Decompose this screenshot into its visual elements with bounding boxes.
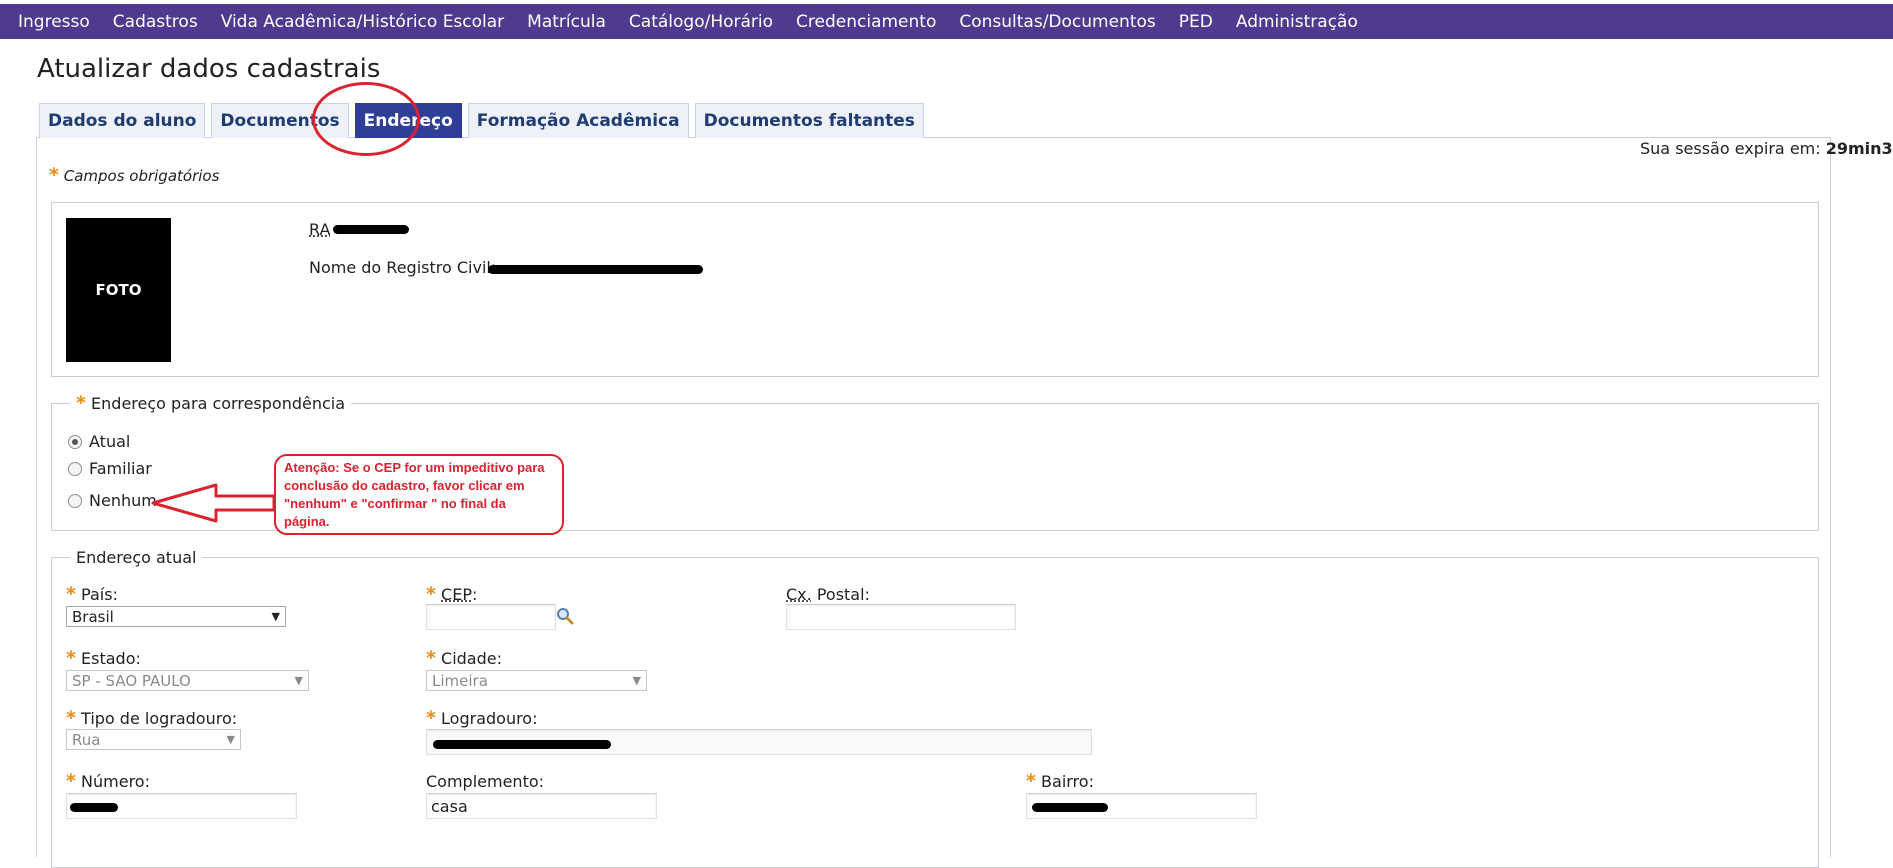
radio-button-nenhum[interactable] [68, 493, 82, 508]
redacted-ra [333, 225, 409, 234]
cidade-select[interactable]: Limeira ▼ [426, 670, 647, 691]
chevron-down-icon: ▼ [294, 674, 303, 687]
bairro-label: * Bairro: [1026, 770, 1094, 792]
required-marker: * [49, 164, 59, 186]
tab-bar: Dados do aluno Documentos Endereço Forma… [39, 103, 930, 138]
tipo-logradouro-label: * Tipo de logradouro: [66, 707, 238, 729]
pais-select[interactable]: Brasil ▼ [66, 606, 286, 627]
tab-dados-do-aluno[interactable]: Dados do aluno [39, 103, 206, 138]
radio-option-nenhum[interactable]: Nenhum [68, 491, 157, 510]
cep-label: * CEP: [426, 583, 478, 605]
nav-item-administracao[interactable]: Administração [1236, 12, 1358, 32]
estado-select[interactable]: SP - SAO PAULO ▼ [66, 670, 309, 691]
nav-item-ped[interactable]: PED [1179, 12, 1213, 32]
magnifier-icon[interactable] [556, 607, 574, 625]
civil-name-label: Nome do Registro Civil: [309, 258, 497, 277]
tipo-logradouro-select[interactable]: Rua ▼ [66, 729, 241, 750]
chevron-down-icon: ▼ [226, 733, 235, 746]
redacted-logradouro [433, 740, 611, 749]
radio-label-atual: Atual [89, 432, 131, 451]
complemento-input[interactable]: casa [426, 793, 657, 819]
correspondence-legend: * Endereço para correspondência [70, 392, 351, 414]
nav-item-ingresso[interactable]: Ingresso [18, 12, 90, 32]
estado-label: * Estado: [66, 647, 141, 669]
radio-option-atual[interactable]: Atual [68, 432, 130, 451]
cep-warning-callout: Atenção: Se o CEP for um impeditivo para… [274, 454, 564, 535]
pais-select-value: Brasil [72, 607, 114, 626]
estado-select-value: SP - SAO PAULO [72, 671, 191, 690]
redacted-numero [70, 803, 118, 812]
session-timer: Sua sessão expira em: 29min33 [1640, 139, 1893, 158]
chevron-down-icon: ▼ [632, 674, 641, 687]
correspondence-legend-text: Endereço para correspondência [91, 394, 346, 413]
logradouro-label: * Logradouro: [426, 707, 538, 729]
session-value: 29min33 [1825, 139, 1893, 158]
current-address-fieldset: Endereço atual [51, 548, 1819, 868]
student-photo: FOTO [66, 218, 171, 362]
photo-label: FOTO [95, 281, 142, 299]
tab-highlight-circle [312, 82, 420, 156]
nav-item-consultas-documentos[interactable]: Consultas/Documentos [959, 12, 1155, 32]
radio-button-atual[interactable] [68, 434, 82, 449]
ra-label: RA [309, 220, 331, 239]
nav-item-cadastros[interactable]: Cadastros [113, 12, 198, 32]
current-address-legend: Endereço atual [76, 548, 197, 567]
cidade-label: * Cidade: [426, 647, 502, 669]
tipo-logradouro-select-value: Rua [72, 730, 101, 749]
numero-label: * Número: [66, 770, 150, 792]
nav-item-catalogo-horario[interactable]: Catálogo/Horário [629, 12, 773, 32]
nav-item-matricula[interactable]: Matrícula [527, 12, 606, 32]
session-label: Sua sessão expira em: [1640, 139, 1821, 158]
required-fields-text: Campos obrigatórios [63, 167, 220, 185]
radio-button-familiar[interactable] [68, 461, 82, 476]
radio-label-familiar: Familiar [89, 459, 152, 478]
redacted-bairro [1032, 803, 1108, 812]
redacted-civil-name [488, 265, 703, 274]
caixa-postal-label: Cx. Postal: [786, 585, 870, 604]
left-arrow-icon [151, 483, 276, 523]
tab-documentos-faltantes[interactable]: Documentos faltantes [694, 103, 924, 138]
top-navigation-bar: Ingresso Cadastros Vida Acadêmica/Histór… [0, 4, 1893, 39]
page-title: Atualizar dados cadastrais [37, 54, 381, 84]
chevron-down-icon: ▼ [271, 610, 280, 623]
cidade-select-value: Limeira [432, 671, 488, 690]
pais-label: * País: [66, 583, 118, 605]
radio-option-familiar[interactable]: Familiar [68, 459, 152, 478]
complemento-label: Complemento: [426, 772, 545, 791]
required-marker: * [76, 392, 86, 414]
nav-item-vida-academica[interactable]: Vida Acadêmica/Histórico Escolar [221, 12, 504, 32]
cep-input[interactable] [426, 604, 556, 630]
nav-item-credenciamento[interactable]: Credenciamento [796, 12, 936, 32]
required-fields-note: * Campos obrigatórios [49, 164, 220, 186]
radio-label-nenhum: Nenhum [89, 491, 157, 510]
caixa-postal-input[interactable] [786, 604, 1016, 630]
tab-formacao-academica[interactable]: Formação Acadêmica [467, 103, 689, 138]
